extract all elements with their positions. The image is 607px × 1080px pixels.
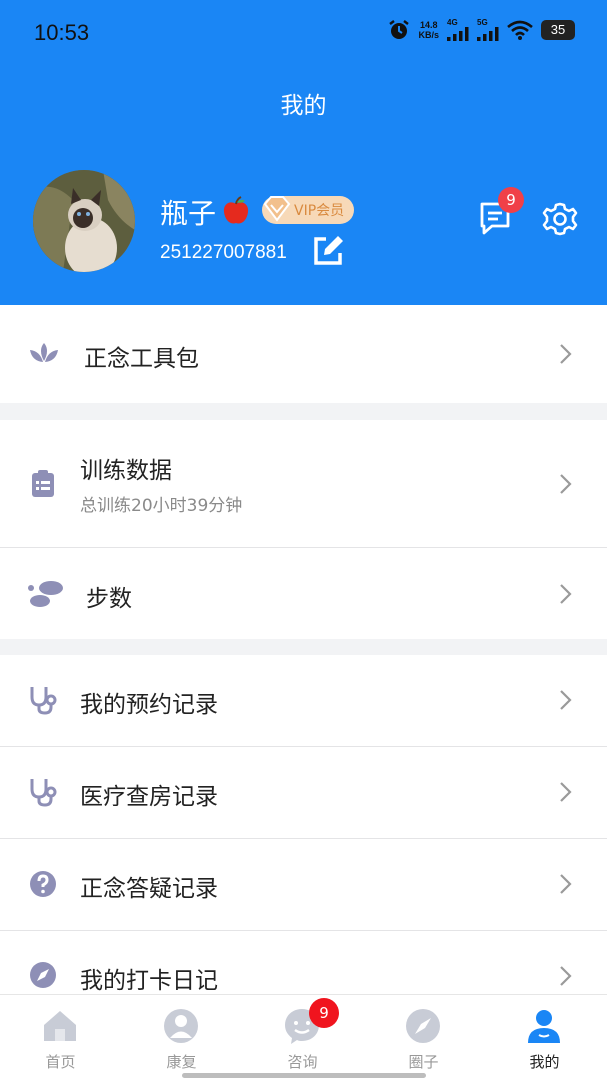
- lotus-icon: [30, 343, 58, 362]
- home-icon: [44, 1011, 76, 1041]
- tab-label: 圈子: [408, 1053, 439, 1071]
- page-title: 我的: [280, 93, 327, 119]
- menu-item-diary[interactable]: 我的打卡日记: [0, 931, 607, 994]
- menu-item-toolkit[interactable]: 正念工具包: [0, 305, 607, 403]
- training-total: 总训练20小时39分钟: [80, 496, 243, 516]
- chevron-right-icon: [560, 782, 572, 802]
- menu-item-label: 训练数据: [80, 458, 172, 484]
- home-indicator[interactable]: [182, 1073, 426, 1078]
- tab-circle[interactable]: 圈子: [363, 995, 484, 1080]
- menu-item-training[interactable]: 训练数据 总训练20小时39分钟: [0, 420, 607, 547]
- bottom-tab-bar: 首页 康复 咨询 圈子 我的: [0, 994, 607, 1080]
- chevron-right-icon: [560, 474, 572, 494]
- status-time: 10:53: [34, 20, 90, 45]
- compass-icon: [406, 1009, 440, 1043]
- user-id: 251227007881: [160, 242, 287, 263]
- menu-item-label: 我的打卡日记: [80, 968, 218, 994]
- menu-item-label: 正念答疑记录: [80, 876, 218, 902]
- status-icons: 14.8 KB/s 4G 5G 35: [388, 18, 575, 41]
- avatar[interactable]: [33, 170, 135, 272]
- chevron-right-icon: [560, 966, 572, 986]
- chevron-right-icon: [560, 874, 572, 894]
- chevron-right-icon: [560, 584, 572, 604]
- stethoscope-icon: [30, 687, 57, 715]
- settings-icon[interactable]: [542, 201, 578, 237]
- tab-home[interactable]: 首页: [0, 995, 121, 1080]
- signal-icon: [477, 27, 499, 41]
- menu-item-qa[interactable]: 正念答疑记录: [0, 839, 607, 930]
- stethoscope-icon: [30, 779, 57, 807]
- signal-5g: 5G: [477, 18, 499, 41]
- signal-icon: [447, 27, 469, 41]
- username: 瓶子: [160, 197, 217, 230]
- tab-label: 咨询: [287, 1053, 318, 1071]
- menu-item-label: 步数: [86, 586, 132, 612]
- tab-recovery[interactable]: 康复: [121, 995, 242, 1080]
- records-card: 我的预约记录 医疗查房记录 正念答疑记录 我的打卡日记: [0, 655, 607, 994]
- training-card: 训练数据 总训练20小时39分钟 步数: [0, 420, 607, 639]
- tab-label: 我的: [529, 1053, 560, 1071]
- net-speed: 14.8 KB/s: [418, 19, 439, 40]
- menu-item-label: 医疗查房记录: [80, 784, 218, 810]
- consult-badge: 9: [309, 998, 339, 1028]
- profile-header: 10:53 14.8 KB/s 4G 5G 35 我的 瓶子 VIP会员 251…: [0, 0, 607, 305]
- tab-consult[interactable]: 咨询: [242, 995, 363, 1080]
- tab-label: 首页: [45, 1053, 76, 1071]
- chevron-right-icon: [560, 344, 572, 364]
- tab-mine[interactable]: 我的: [484, 995, 605, 1080]
- chevron-right-icon: [560, 690, 572, 710]
- battery-icon: 35: [541, 19, 575, 40]
- message-badge: 9: [498, 187, 524, 213]
- profile-icon: [528, 1010, 560, 1043]
- menu-item-appointments[interactable]: 我的预约记录: [0, 655, 607, 746]
- signal-4g: 4G: [447, 18, 469, 41]
- compass-icon: [30, 962, 56, 988]
- wifi-icon: [507, 20, 533, 40]
- clipboard-icon: [32, 470, 54, 497]
- toolkit-card: 正念工具包: [0, 305, 607, 403]
- alarm-icon: [389, 19, 410, 39]
- question-icon: [30, 871, 56, 897]
- menu-item-rounds[interactable]: 医疗查房记录: [0, 747, 607, 838]
- menu-item-label: 正念工具包: [84, 346, 199, 372]
- edit-icon[interactable]: [310, 233, 346, 269]
- status-bar: 10:53 14.8 KB/s 4G 5G 35: [0, 0, 607, 64]
- footprints-icon: [28, 581, 63, 607]
- tab-label: 康复: [166, 1053, 197, 1071]
- vip-label: VIP会员: [294, 203, 345, 219]
- menu-item-steps[interactable]: 步数: [0, 548, 607, 639]
- menu-item-label: 我的预约记录: [80, 692, 218, 718]
- cat-avatar-image: [33, 170, 135, 272]
- apple-icon: [223, 196, 249, 224]
- diamond-icon: [263, 196, 291, 222]
- person-icon: [164, 1009, 198, 1043]
- vip-badge[interactable]: VIP会员: [262, 196, 355, 224]
